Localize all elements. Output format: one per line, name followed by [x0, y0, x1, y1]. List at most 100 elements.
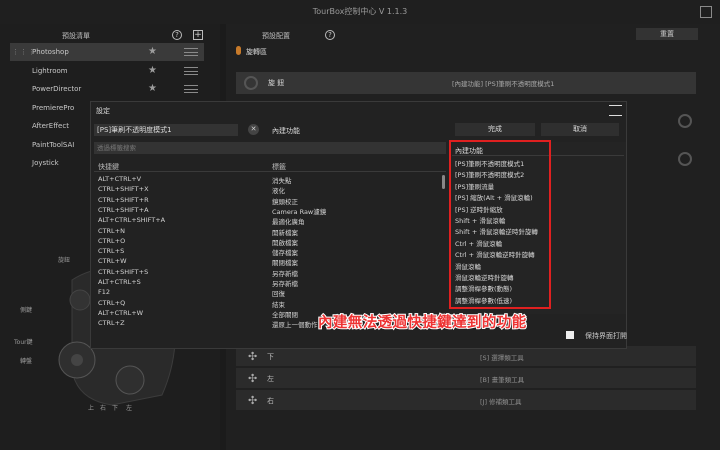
star-icon[interactable]: ★ — [148, 43, 157, 61]
label-cell: 開新檔案 — [272, 228, 298, 237]
shortcut-cell: ALT+CTRL+V — [98, 175, 142, 183]
table-row[interactable]: CTRL+SHIFT+X 液化 — [94, 185, 446, 195]
scrollbar[interactable] — [442, 175, 445, 189]
shortcut-cell: F12 — [98, 288, 111, 297]
table-row[interactable]: CTRL+O 開啟檔案 — [94, 237, 446, 247]
section-indicator-icon — [236, 46, 241, 55]
label-cell: Camera Raw濾鏡 — [272, 207, 327, 216]
shortcut-cell: CTRL+N — [98, 226, 125, 235]
clear-icon[interactable]: ✕ — [248, 124, 259, 135]
export-icon[interactable] — [700, 6, 712, 18]
label-cell: 儲存檔案 — [272, 249, 298, 258]
keep-open-label: 保持界面打開 — [585, 332, 627, 340]
shortcut-cell: CTRL+SHIFT+X — [98, 185, 149, 194]
reset-button[interactable]: 重置 — [636, 28, 698, 40]
keep-open-checkbox[interactable] — [566, 331, 574, 339]
divider — [94, 171, 446, 172]
label-cell: 另存新檔 — [272, 269, 298, 278]
dpad-config-row[interactable] — [236, 368, 696, 388]
dialog-title: 設定 — [96, 107, 110, 115]
preset-list-title: 預設清單 — [62, 32, 90, 40]
preset-item-label: Lightroom — [32, 66, 68, 75]
shortcut-cell: CTRL+S — [98, 247, 125, 256]
done-button[interactable]: 完成 — [455, 123, 535, 136]
dpad-row-function: [J] 修補類工具 — [480, 398, 522, 406]
table-row[interactable]: CTRL+Q 結束 — [94, 299, 446, 309]
cancel-button[interactable]: 取消 — [541, 123, 619, 136]
device-label-dpad-left: 左 — [126, 405, 133, 412]
table-row[interactable]: CTRL+S 儲存檔案 — [94, 247, 446, 257]
preset-item-label: Photoshop — [32, 48, 69, 56]
shortcut-cell: ALT+CTRL+W — [98, 308, 144, 317]
table-row[interactable]: F12 回復 — [94, 288, 446, 298]
table-row[interactable]: CTRL+SHIFT+S 另存新檔 — [94, 268, 446, 278]
rotate-icon[interactable] — [678, 114, 692, 128]
builtin-function-label: 內建功能 — [272, 127, 300, 135]
search-input[interactable] — [94, 142, 446, 154]
table-row[interactable]: ALT+CTRL+SHIFT+A 最適化廣角 — [94, 216, 446, 226]
label-cell: 最適化廣角 — [272, 218, 305, 227]
preset-config-title: 預設配置 — [262, 32, 290, 40]
rotation-section-label: 旋轉區 — [246, 48, 267, 56]
shortcut-cell: ALT+CTRL+S — [98, 278, 141, 286]
preset-item[interactable]: PowerDirector ★ — [10, 80, 204, 98]
rotate-icon[interactable] — [678, 152, 692, 166]
shortcut-cell: CTRL+SHIFT+S — [98, 267, 149, 276]
preset-item-label: PremierePro — [32, 103, 75, 112]
shortcut-cell: CTRL+Q — [98, 298, 126, 307]
label-cell: 結束 — [272, 300, 285, 309]
dpad-row-function: [S] 選擇類工具 — [480, 354, 524, 362]
label-cell: 另存新檔 — [272, 280, 298, 288]
preset-item-label: PowerDirector — [32, 85, 82, 93]
device-label-side: 側鍵 — [20, 307, 33, 314]
highlight-box — [449, 140, 551, 309]
dpad-config-row[interactable] — [236, 390, 696, 410]
device-label-wheel: 轉盤 — [20, 358, 33, 365]
device-label-knob: 旋鈕 — [58, 257, 71, 264]
annotation-text: 內建無法透過快捷鍵達到的功能 — [317, 314, 527, 332]
add-icon[interactable]: + — [193, 30, 203, 40]
label-cell: 還原上一個動作 — [272, 321, 318, 330]
label-cell: 全部關閉 — [272, 310, 298, 319]
knob-function: [內建功能] [PS]筆刷不透明度模式1 — [452, 80, 555, 88]
table-row[interactable]: CTRL+SHIFT+R 鏡頭校正 — [94, 196, 446, 206]
help-icon[interactable]: ? — [172, 30, 182, 40]
preset-item[interactable]: Lightroom ★ — [10, 62, 204, 80]
dpad-row-label: 左 — [267, 375, 274, 383]
knob-name: 旋 鈕 — [268, 79, 285, 87]
star-icon[interactable]: ★ — [148, 80, 157, 98]
menu-icon[interactable] — [184, 48, 198, 56]
table-row[interactable]: ALT+CTRL+S 另存新檔 — [94, 278, 446, 288]
app-title: TourBox控制中心 V 1.1.3 — [312, 7, 408, 16]
star-icon[interactable]: ★ — [148, 62, 157, 80]
label-cell: 消失點 — [272, 177, 292, 185]
preset-item[interactable]: ⋮⋮⋮ Photoshop ★ — [10, 43, 204, 61]
sort-menu-icon[interactable] — [609, 105, 622, 116]
table-row[interactable]: ALT+CTRL+V 消失點 — [94, 175, 446, 185]
shortcut-input[interactable]: [PS]筆刷不透明度模式1 — [94, 124, 238, 136]
menu-icon[interactable] — [184, 85, 198, 93]
label-cell: 液化 — [272, 187, 285, 196]
label-cell: 鏡頭校正 — [272, 197, 298, 206]
device-label-tour: Tour鍵 — [14, 339, 33, 346]
label-cell: 回復 — [272, 290, 285, 299]
help-icon[interactable]: ? — [325, 30, 335, 40]
table-row[interactable]: CTRL+SHIFT+A Camera Raw濾鏡 — [94, 206, 446, 216]
table-row[interactable]: CTRL+W 關閉檔案 — [94, 257, 446, 267]
drag-handle-icon[interactable]: ⋮⋮⋮ — [12, 43, 36, 61]
dpad-row-label: 右 — [267, 397, 274, 405]
dpad-row-label: 下 — [267, 353, 274, 361]
shortcut-cell: ALT+CTRL+SHIFT+A — [98, 216, 166, 225]
shortcut-cell: CTRL+SHIFT+A — [98, 205, 149, 214]
menu-icon[interactable] — [184, 66, 198, 75]
dpad-icon: ✣ — [248, 350, 258, 363]
shortcut-cell: CTRL+W — [98, 257, 127, 266]
preset-item-label: AfterEffect — [32, 122, 69, 130]
shortcut-cell: CTRL+SHIFT+R — [98, 195, 149, 204]
shortcut-cell: CTRL+O — [98, 236, 126, 245]
dpad-icon: ✣ — [248, 394, 258, 407]
table-row[interactable]: CTRL+N 開新檔案 — [94, 227, 446, 237]
label-cell: 開啟檔案 — [272, 238, 298, 247]
dpad-config-row[interactable] — [236, 346, 696, 366]
knob-icon — [244, 76, 258, 90]
